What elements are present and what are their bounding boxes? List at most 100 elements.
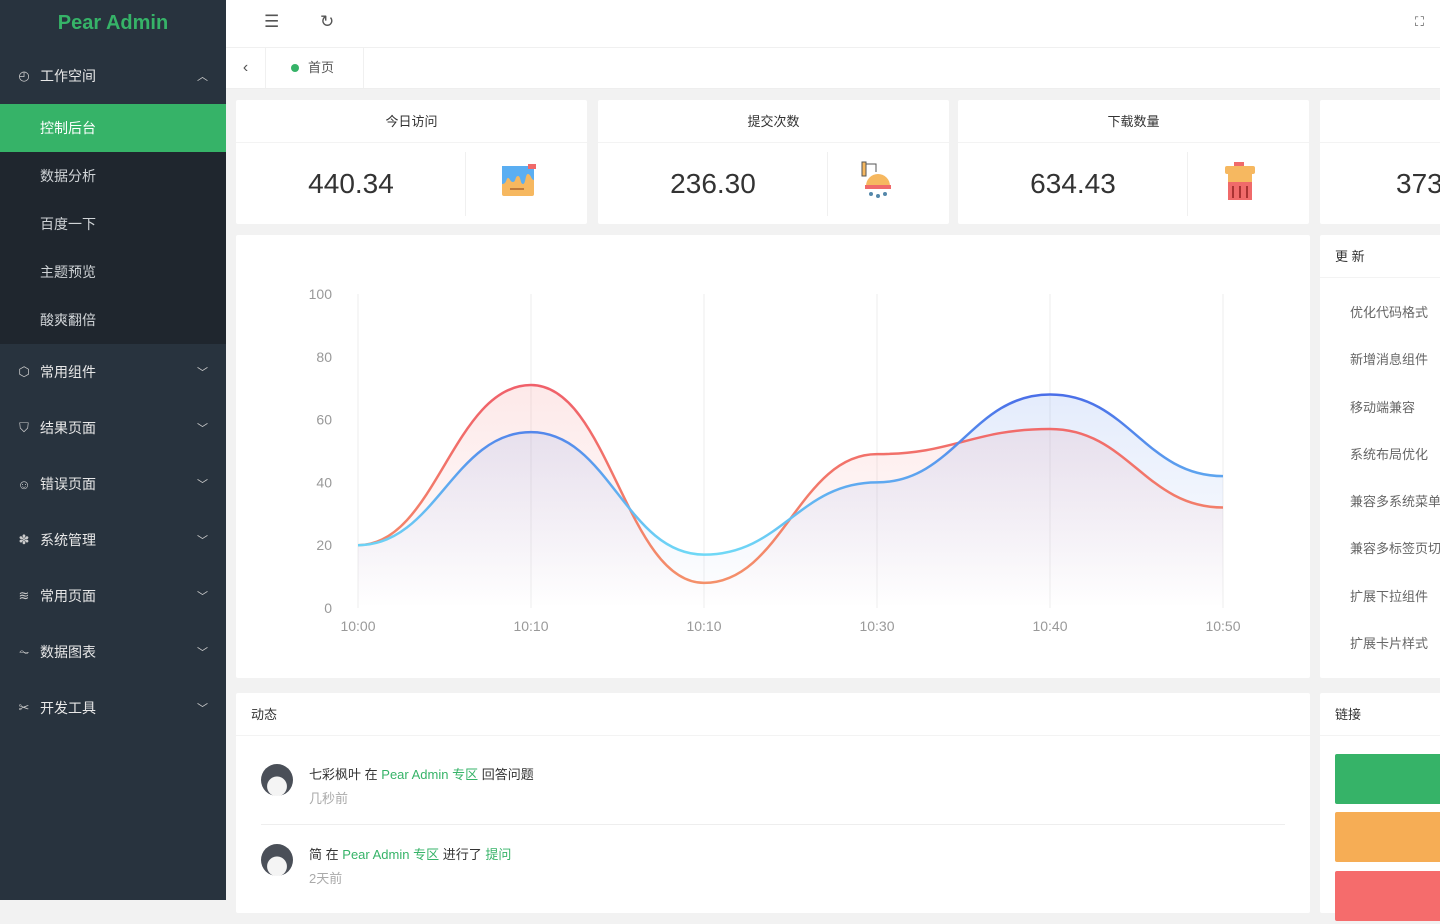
avatar [261, 844, 293, 876]
trash-bin-icon [1220, 160, 1260, 207]
action: 进行了 [442, 847, 482, 862]
divider [465, 152, 466, 216]
action-link[interactable]: 提问 [485, 847, 511, 862]
stat-card: 373 [1320, 100, 1440, 224]
sidebar: Pear Admin ◴ 工作空间 ︿ 控制后台 数据分析 百度一下 主题预览 酸爽… [0, 0, 226, 900]
line-chart: 10:00 10:10 10:10 10:30 10:40 10:50 0 20 40 60 80 1… [309, 286, 1241, 634]
stat-value: 373 [1396, 168, 1440, 199]
links-card: 链接 [1320, 693, 1440, 921]
timestamp: 2天前 [309, 871, 343, 886]
refresh-icon[interactable]: ↻ [320, 12, 334, 32]
chart-card: 10:00 10:10 10:10 10:30 10:40 10:50 0 20 40 60 80 1… [236, 235, 1310, 678]
menu-item[interactable]: ≋ 常用页面 ﹀ [0, 568, 226, 624]
stat-card: 今日访问 440.34 [236, 100, 587, 224]
menu-item[interactable]: ⛉ 结果页面 ﹀ [0, 400, 226, 456]
card-title: 链接 [1320, 693, 1440, 736]
update-item[interactable]: 扩展下拉组件 [1320, 573, 1440, 620]
x-tick-label: 10:10 [686, 618, 721, 634]
menu-item[interactable]: ⏦ 数据图表 ﹀ [0, 624, 226, 680]
activity-text: 简 在 Pear Admin 专区 进行了 提问 [309, 844, 511, 863]
activity-text: 七彩枫叶 在 Pear Admin 专区 回答问题 [309, 764, 534, 783]
link-button[interactable] [1335, 812, 1440, 862]
menu-label: 常用组件 [40, 364, 96, 380]
chevron-down-icon: ﹀ [197, 591, 208, 603]
y-tick-label: 20 [316, 537, 332, 553]
divider [1187, 152, 1188, 216]
pulse-icon: ⏦ [18, 644, 30, 659]
text: 在 [325, 847, 339, 862]
fullscreen-icon[interactable]: ⛶ [1415, 14, 1424, 30]
shield-check-icon: ⛉ [19, 420, 29, 435]
y-tick-label: 40 [316, 474, 332, 490]
chevron-down-icon: ﹀ [197, 479, 208, 491]
update-item[interactable]: 移动端兼容 [1320, 384, 1440, 431]
activity-card: 动态 七彩枫叶 在 Pear Admin 专区 回答问题 几秒前 简 在 Pea… [236, 693, 1310, 913]
menu-item[interactable]: ✂ 开发工具 ﹀ [0, 680, 226, 736]
menu-collapse-icon[interactable]: ☰ [264, 12, 279, 32]
link-button[interactable] [1335, 871, 1440, 921]
menu-item[interactable]: ⬡ 常用组件 ﹀ [0, 344, 226, 400]
dashboard-icon: ◴ [18, 68, 30, 83]
card-title: 动态 [236, 693, 1310, 736]
update-item[interactable]: 系统布局优化 [1320, 431, 1440, 478]
tab-bar: ‹ 首页 [226, 48, 1440, 89]
submenu-item[interactable]: 百度一下 [0, 200, 226, 248]
menu-label: 开发工具 [40, 700, 96, 716]
y-tick-label: 100 [309, 286, 333, 302]
update-item[interactable]: 新增消息组件 [1320, 336, 1440, 383]
stat-value: 236.30 [670, 168, 756, 199]
cube-icon: ⬡ [18, 364, 30, 379]
stat-value: 634.43 [1030, 168, 1116, 199]
x-tick-label: 10:10 [513, 618, 548, 634]
submenu-item[interactable]: 主题预览 [0, 248, 226, 296]
zone-link[interactable]: Pear Admin 专区 [381, 767, 478, 782]
x-tick-label: 10:00 [340, 618, 375, 634]
x-tick-label: 10:30 [859, 618, 894, 634]
submenu-item[interactable]: 数据分析 [0, 152, 226, 200]
shower-icon [860, 160, 904, 205]
zone-link[interactable]: Pear Admin 专区 [342, 847, 439, 862]
tools-icon: ✂ [18, 700, 30, 715]
avatar [261, 764, 293, 796]
user-name: 简 [309, 847, 323, 862]
tab-home[interactable]: 首页 [266, 48, 364, 88]
paint-bucket-icon [498, 160, 538, 205]
menu-workspace[interactable]: ◴ 工作空间 ︿ [0, 48, 226, 104]
stat-card: 提交次数 236.30 [598, 100, 949, 224]
action: 回答问题 [481, 767, 534, 782]
chevron-down-icon: ﹀ [197, 535, 208, 547]
card-title: 更 新 [1320, 235, 1440, 278]
link-button[interactable] [1335, 754, 1440, 804]
menu-label: 结果页面 [40, 420, 96, 436]
stat-title: 今日访问 [236, 100, 587, 143]
submenu-item[interactable]: 酸爽翻倍 [0, 296, 226, 344]
tab-label: 首页 [308, 60, 335, 75]
stat-title: 下载数量 [958, 100, 1309, 143]
menu-label: 数据图表 [40, 644, 96, 660]
chevron-down-icon: ﹀ [197, 423, 208, 435]
timestamp: 几秒前 [309, 791, 349, 806]
updates-card: 更 新 优化代码格式 新增消息组件 移动端兼容 系统布局优化 兼容多系统菜单 兼容多标签页… [1320, 235, 1440, 678]
update-item[interactable]: 兼容多标签页切 [1320, 525, 1440, 572]
tab-prev-button[interactable]: ‹ [226, 48, 266, 88]
activity-item: 七彩枫叶 在 Pear Admin 专区 回答问题 几秒前 [261, 764, 1285, 844]
menu-label: 错误页面 [40, 476, 96, 492]
gear-icon: ✽ [18, 532, 30, 547]
x-tick-label: 10:40 [1032, 618, 1067, 634]
y-tick-label: 80 [316, 349, 332, 365]
stat-value: 440.34 [308, 168, 394, 199]
stat-card: 下载数量 634.43 [958, 100, 1309, 224]
y-tick-label: 60 [316, 412, 332, 428]
divider [261, 824, 1285, 825]
update-item[interactable]: 兼容多系统菜单 [1320, 478, 1440, 525]
menu-item[interactable]: ✽ 系统管理 ﹀ [0, 512, 226, 568]
y-tick-label: 0 [324, 600, 332, 616]
update-item[interactable]: 优化代码格式 [1320, 289, 1440, 336]
stat-title [1320, 100, 1440, 143]
update-item[interactable]: 扩展卡片样式 [1320, 620, 1440, 667]
menu-label: 系统管理 [40, 532, 96, 548]
menu-item[interactable]: ☺ 错误页面 ﹀ [0, 456, 226, 512]
chevron-down-icon: ﹀ [197, 703, 208, 715]
logo: Pear Admin [57, 12, 169, 34]
submenu-item[interactable]: 控制后台 [0, 104, 226, 152]
